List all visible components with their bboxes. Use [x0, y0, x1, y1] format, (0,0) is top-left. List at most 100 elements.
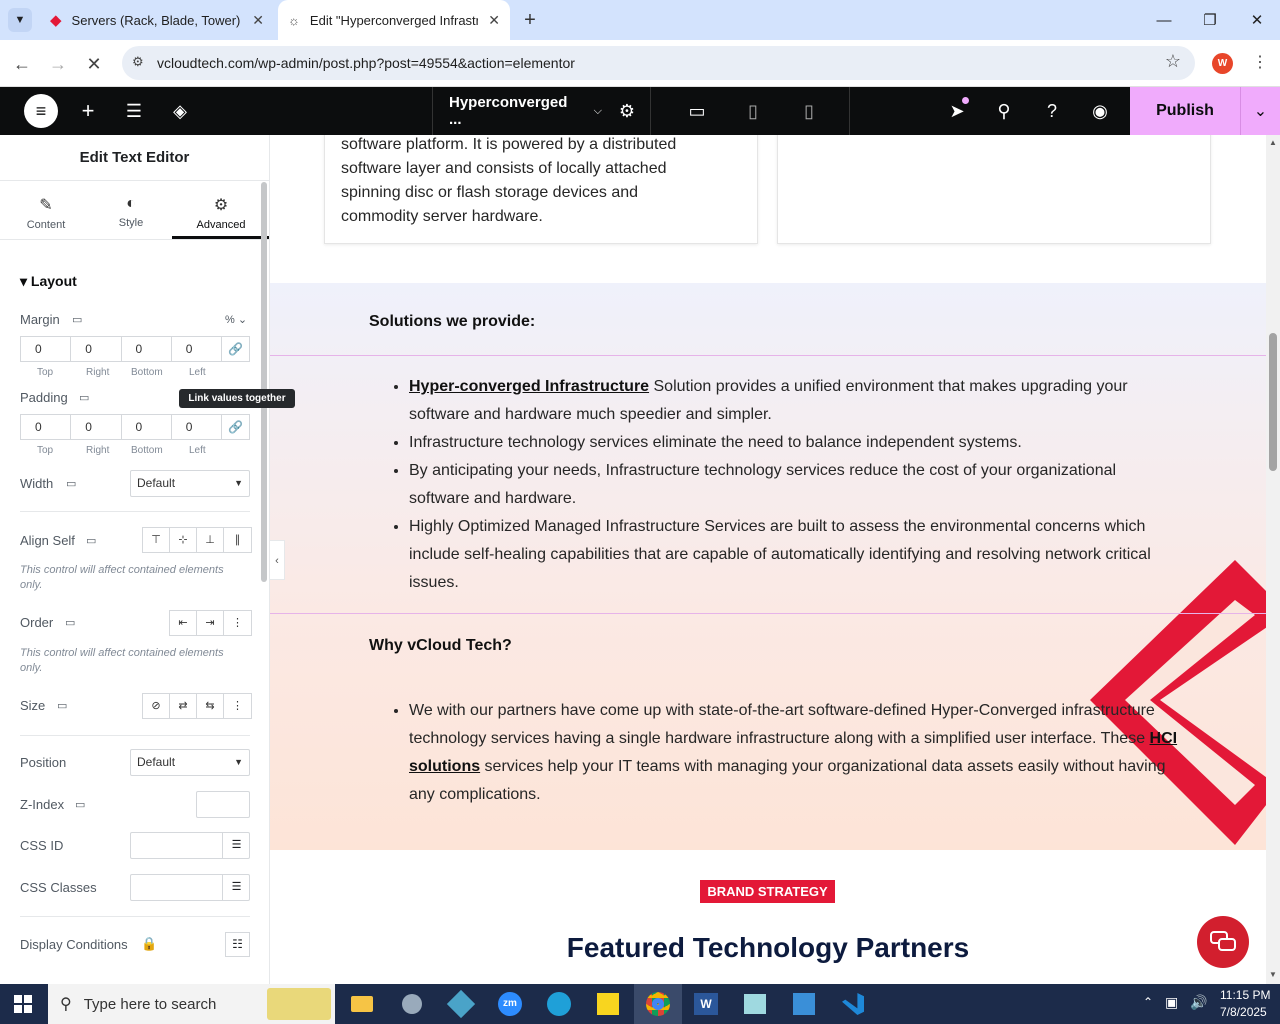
profile-avatar[interactable]: W — [1212, 53, 1233, 74]
site-info-icon[interactable]: ⚙ — [132, 54, 144, 70]
notifications-icon[interactable]: ➤ — [934, 87, 980, 135]
close-tab-icon[interactable]: ✕ — [252, 12, 264, 29]
publish-button[interactable]: Publish — [1130, 87, 1240, 135]
back-icon[interactable]: ← — [8, 50, 36, 78]
scroll-up-icon[interactable]: ▲ — [1269, 138, 1277, 147]
scroll-down-icon[interactable]: ▼ — [1269, 970, 1277, 979]
chrome-browser-icon[interactable] — [634, 984, 682, 1024]
width-select[interactable]: Default ▼ — [130, 470, 250, 497]
margin-right-input[interactable]: 0 — [71, 337, 122, 361]
browser-tab-edit[interactable]: ☼ Edit "Hyperconverged Infrastru ✕ — [278, 0, 510, 40]
responsive-desktop-icon[interactable]: ▭ — [57, 699, 67, 712]
z-index-input[interactable] — [196, 791, 250, 818]
dynamic-tags-icon[interactable]: ☰ — [222, 832, 250, 859]
tab-search-dropdown-icon[interactable]: ▼ — [8, 8, 32, 32]
responsive-desktop-icon[interactable]: ▭ — [86, 534, 96, 547]
bookmark-star-icon[interactable]: ☆ — [1165, 51, 1181, 72]
tab-content[interactable]: ✎ Content — [3, 183, 89, 239]
elementor-logo-icon[interactable]: ≡ — [24, 94, 58, 128]
browser-menu-icon[interactable]: ⋮ — [1252, 52, 1268, 72]
more-options-icon[interactable]: ⋮ — [224, 694, 251, 718]
file-explorer-icon[interactable] — [342, 988, 382, 1020]
taskbar-search-box[interactable]: ⚲ Type here to search — [48, 984, 335, 1024]
tray-overflow-icon[interactable]: ⌃ — [1143, 995, 1153, 1009]
add-element-icon[interactable]: + — [65, 87, 111, 135]
zoom-icon[interactable]: zm — [490, 988, 530, 1020]
canvas-scrollbar[interactable]: ▲ ▼ — [1266, 135, 1280, 984]
sticky-notes-icon[interactable] — [588, 988, 628, 1020]
desktop-view-icon[interactable]: ▭ — [674, 87, 720, 135]
padding-right-input[interactable]: 0 — [71, 415, 122, 439]
windows-start-icon[interactable] — [14, 995, 32, 1013]
side-label: Left — [189, 367, 206, 378]
help-icon[interactable]: ? — [1029, 87, 1075, 135]
align-end-icon[interactable]: ⊥ — [197, 528, 224, 552]
page-settings-icon[interactable]: ⚙ — [604, 87, 650, 135]
panel-scrollbar[interactable] — [261, 182, 267, 582]
responsive-desktop-icon[interactable]: ▭ — [66, 477, 76, 490]
browser-tab-servers[interactable]: ◆ Servers (Rack, Blade, Tower) - vC ✕ — [40, 0, 274, 40]
network-icon[interactable]: ▣ — [1165, 994, 1178, 1011]
responsive-desktop-icon[interactable]: ▭ — [65, 616, 75, 629]
size-grow-icon[interactable]: ⇄ — [170, 694, 197, 718]
size-shrink-icon[interactable]: ⇆ — [197, 694, 224, 718]
display-conditions-button[interactable]: ☷ — [225, 932, 250, 957]
tab-advanced[interactable]: ⚙ Advanced — [172, 183, 269, 239]
margin-unit-select[interactable]: % ⌄ — [225, 313, 247, 326]
publish-options-chevron-icon[interactable]: ⌄ — [1240, 87, 1280, 135]
scrollbar-thumb[interactable] — [1269, 333, 1277, 471]
section-layout-toggle[interactable]: ▾ Layout — [20, 273, 77, 290]
order-last-icon[interactable]: ⇥ — [197, 611, 224, 635]
address-bar[interactable]: ⚙ vcloudtech.com/wp-admin/post.php?post=… — [122, 46, 1195, 80]
search-highlight-image — [267, 988, 331, 1020]
stop-loading-icon[interactable]: ✕ — [80, 50, 108, 78]
padding-left-input[interactable]: 0 — [172, 415, 222, 439]
order-first-icon[interactable]: ⇤ — [170, 611, 197, 635]
restore-button[interactable]: ❐ — [1187, 0, 1233, 40]
tablet-view-icon[interactable]: ▯ — [730, 87, 776, 135]
site-settings-icon[interactable]: ☰ — [111, 87, 157, 135]
padding-bottom-input[interactable]: 0 — [122, 415, 172, 439]
chat-widget-button[interactable] — [1197, 916, 1249, 968]
structure-layers-icon[interactable]: ◈ — [157, 87, 203, 135]
preview-eye-icon[interactable]: ◉ — [1077, 87, 1123, 135]
margin-top-input[interactable]: 0 — [21, 337, 72, 361]
align-center-icon[interactable]: ⊹ — [170, 528, 197, 552]
minimize-button[interactable]: — — [1141, 0, 1187, 40]
responsive-desktop-icon[interactable]: ▭ — [79, 391, 89, 404]
margin-left-input[interactable]: 0 — [172, 337, 222, 361]
new-tab-button[interactable]: + — [518, 8, 542, 32]
tab-style[interactable]: ◐ Style — [88, 183, 174, 239]
align-stretch-icon[interactable]: ∥ — [224, 528, 251, 552]
app-icon[interactable] — [392, 988, 432, 1020]
link-values-icon[interactable]: 🔗 — [222, 337, 249, 361]
forward-icon[interactable]: → — [44, 50, 72, 78]
clock-time[interactable]: 11:15 PM — [1220, 988, 1270, 1002]
margin-bottom-input[interactable]: 0 — [122, 337, 172, 361]
edge-browser-icon[interactable] — [539, 988, 579, 1020]
vscode-icon[interactable] — [833, 988, 873, 1020]
collapse-panel-handle[interactable]: ‹ — [270, 540, 285, 580]
finder-search-icon[interactable]: ⚲ — [981, 87, 1027, 135]
photos-icon[interactable] — [784, 988, 824, 1020]
close-tab-icon[interactable]: ✕ — [488, 12, 500, 29]
app-icon[interactable] — [441, 988, 481, 1020]
hci-link[interactable]: Hyper-converged Infrastructure — [409, 378, 649, 395]
volume-icon[interactable]: 🔊 — [1190, 994, 1207, 1011]
app-icon[interactable] — [735, 988, 775, 1020]
position-select[interactable]: Default ▼ — [130, 749, 250, 776]
css-id-label: CSS ID — [20, 838, 64, 853]
link-values-icon[interactable]: 🔗 — [222, 415, 249, 439]
padding-top-input[interactable]: 0 — [21, 415, 72, 439]
word-icon[interactable]: W — [686, 988, 726, 1020]
more-options-icon[interactable]: ⋮ — [224, 611, 251, 635]
mobile-view-icon[interactable]: ▯ — [786, 87, 832, 135]
align-start-icon[interactable]: ⊤ — [143, 528, 170, 552]
size-none-icon[interactable]: ⊘ — [143, 694, 170, 718]
close-window-button[interactable]: ✕ — [1234, 0, 1280, 40]
responsive-desktop-icon[interactable]: ▭ — [75, 798, 85, 811]
responsive-desktop-icon[interactable]: ▭ — [72, 313, 82, 326]
clock-date[interactable]: 7/8/2025 — [1220, 1005, 1267, 1019]
page-title-dropdown[interactable]: Hyperconverged ... ⌵ — [432, 87, 602, 135]
dynamic-tags-icon[interactable]: ☰ — [222, 874, 250, 901]
